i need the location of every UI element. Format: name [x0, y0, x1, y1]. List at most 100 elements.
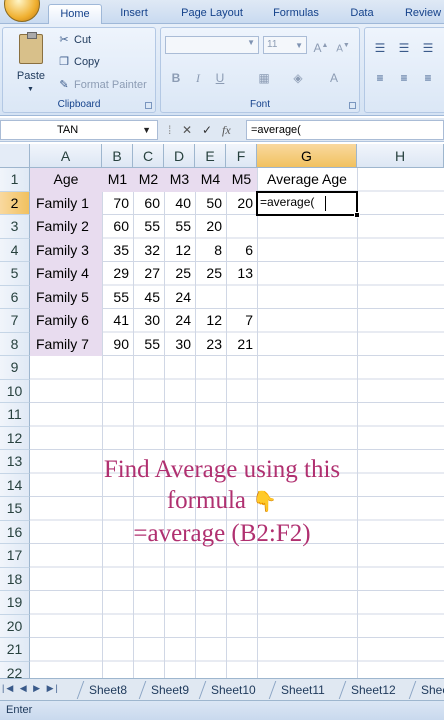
row-header-2[interactable]: 2: [0, 191, 30, 215]
tab-insert[interactable]: Insert: [110, 4, 158, 24]
align-middle-icon[interactable]: ☰: [393, 38, 415, 58]
insert-function-button[interactable]: fx: [222, 121, 231, 139]
font-name-select[interactable]: ▼: [165, 36, 259, 54]
align-right-icon[interactable]: ≡: [417, 68, 439, 88]
row-header-12[interactable]: 12: [0, 426, 30, 450]
cell-d7[interactable]: 24: [164, 309, 195, 333]
tab-data[interactable]: Data: [342, 4, 382, 24]
column-header-b[interactable]: B: [102, 144, 133, 168]
cell-area[interactable]: Age M1 M2 M3 M4 M5 Average Age Family 1 70 60 40 50…: [30, 168, 444, 678]
cell-e4[interactable]: 8: [195, 239, 226, 263]
cell-b4[interactable]: 35: [102, 239, 133, 263]
cell-b8[interactable]: 90: [102, 333, 133, 357]
cell-g1[interactable]: Average Age: [257, 168, 357, 192]
cell-a4[interactable]: Family 3: [30, 238, 102, 262]
paste-button[interactable]: Paste ▼: [9, 32, 53, 98]
dialog-launcher-icon[interactable]: [349, 102, 356, 109]
sheet-nav-arrows-icon[interactable]: |◀ ◀ ▶ ▶|: [2, 683, 60, 694]
bold-button[interactable]: B: [167, 68, 185, 88]
cut-button[interactable]: ✂ Cut: [57, 30, 91, 50]
cell-f7[interactable]: 7: [226, 309, 257, 333]
cell-c6[interactable]: 45: [133, 286, 164, 310]
cell-e3[interactable]: 20: [195, 215, 226, 239]
column-header-d[interactable]: D: [164, 144, 195, 168]
cell-a1[interactable]: Age: [30, 168, 102, 192]
name-box[interactable]: TAN ▼: [0, 120, 158, 140]
cell-c4[interactable]: 32: [133, 239, 164, 263]
cell-e6[interactable]: [195, 286, 226, 310]
sheet-tab-sheet10[interactable]: Sheet10: [198, 681, 267, 699]
cell-b7[interactable]: 41: [102, 309, 133, 333]
borders-icon[interactable]: ▦: [251, 68, 277, 88]
grow-font-button[interactable]: A▲: [311, 36, 331, 56]
cell-d1[interactable]: M3: [164, 168, 195, 192]
cell-d2[interactable]: 40: [164, 192, 195, 216]
row-header-3[interactable]: 3: [0, 215, 30, 239]
row-header-5[interactable]: 5: [0, 262, 30, 286]
cell-d4[interactable]: 12: [164, 239, 195, 263]
cell-a6[interactable]: Family 5: [30, 285, 102, 309]
select-all-corner[interactable]: [0, 144, 30, 168]
row-header-7[interactable]: 7: [0, 309, 30, 333]
cell-e5[interactable]: 25: [195, 262, 226, 286]
column-header-f[interactable]: F: [226, 144, 257, 168]
row-header-11[interactable]: 11: [0, 403, 30, 427]
enter-checkmark-icon[interactable]: ✓: [202, 121, 212, 139]
row-header-4[interactable]: 4: [0, 238, 30, 262]
cancel-icon[interactable]: ✕: [182, 121, 192, 139]
tab-home[interactable]: Home: [48, 4, 102, 24]
font-color-icon[interactable]: A: [321, 68, 347, 88]
cell-d3[interactable]: 55: [164, 215, 195, 239]
cell-c1[interactable]: M2: [133, 168, 164, 192]
cell-f1[interactable]: M5: [226, 168, 257, 192]
cell-e1[interactable]: M4: [195, 168, 226, 192]
dialog-launcher-icon[interactable]: [145, 102, 152, 109]
cell-b5[interactable]: 29: [102, 262, 133, 286]
align-top-icon[interactable]: ☰: [369, 38, 391, 58]
column-header-a[interactable]: A: [30, 144, 102, 168]
cell-f5[interactable]: 13: [226, 262, 257, 286]
cell-a3[interactable]: Family 2: [30, 215, 102, 239]
resize-handle-icon[interactable]: ⁞: [168, 121, 171, 139]
tab-page-layout[interactable]: Page Layout: [172, 4, 252, 24]
align-left-icon[interactable]: ≡: [369, 68, 391, 88]
cell-a5[interactable]: Family 4: [30, 262, 102, 286]
cell-b6[interactable]: 55: [102, 286, 133, 310]
cell-b2[interactable]: 70: [102, 192, 133, 216]
cell-e7[interactable]: 12: [195, 309, 226, 333]
cell-c5[interactable]: 27: [133, 262, 164, 286]
column-header-e[interactable]: E: [195, 144, 226, 168]
cell-f4[interactable]: 6: [226, 239, 257, 263]
tab-review[interactable]: Review: [398, 4, 444, 24]
cell-c2[interactable]: 60: [133, 192, 164, 216]
shrink-font-button[interactable]: A▼: [333, 36, 353, 56]
copy-button[interactable]: ❐ Copy: [57, 52, 100, 72]
cell-a7[interactable]: Family 6: [30, 309, 102, 333]
row-header-9[interactable]: 9: [0, 356, 30, 380]
row-header-18[interactable]: 18: [0, 567, 30, 591]
row-header-1[interactable]: 1: [0, 168, 30, 192]
fill-color-icon[interactable]: ◈: [285, 68, 311, 88]
align-bottom-icon[interactable]: ☰: [417, 38, 439, 58]
align-center-icon[interactable]: ≡: [393, 68, 415, 88]
cell-f3[interactable]: [226, 215, 257, 239]
row-header-19[interactable]: 19: [0, 591, 30, 615]
row-header-20[interactable]: 20: [0, 614, 30, 638]
cell-b3[interactable]: 60: [102, 215, 133, 239]
fill-handle[interactable]: [354, 212, 360, 218]
worksheet-grid[interactable]: A B C D E F G H 1 2 3 4 5 6 7 8 9 10 11 12 13 14 15 16 1…: [0, 144, 444, 678]
chevron-down-icon[interactable]: ▼: [142, 121, 151, 139]
formula-input[interactable]: =average(: [246, 120, 444, 140]
row-header-10[interactable]: 10: [0, 379, 30, 403]
tab-formulas[interactable]: Formulas: [266, 4, 326, 24]
sheet-tab-partial[interactable]: Shee: [408, 681, 444, 699]
cell-b1[interactable]: M1: [102, 168, 133, 192]
cell-e2[interactable]: 50: [195, 192, 226, 216]
cell-a2[interactable]: Family 1: [30, 191, 102, 215]
sheet-tab-sheet8[interactable]: Sheet8: [76, 681, 139, 699]
cell-d6[interactable]: 24: [164, 286, 195, 310]
cell-c8[interactable]: 55: [133, 333, 164, 357]
cell-a8[interactable]: Family 7: [30, 332, 102, 356]
sheet-tab-sheet11[interactable]: Sheet11: [268, 681, 337, 699]
office-button[interactable]: [4, 0, 40, 22]
